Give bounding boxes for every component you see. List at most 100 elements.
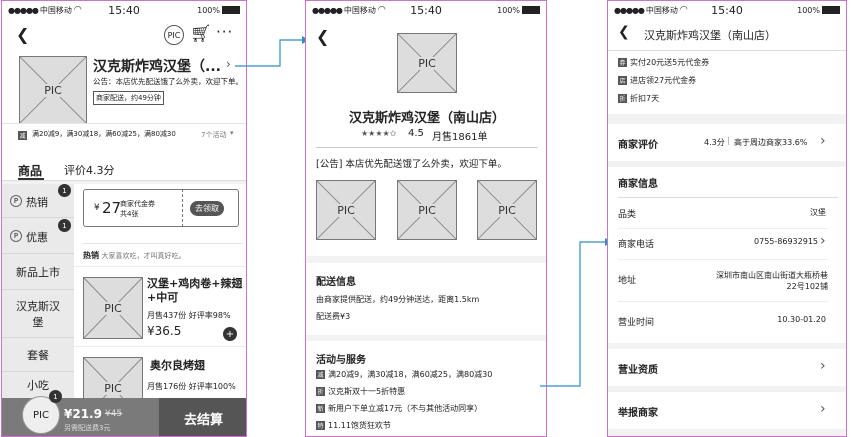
carrier-label: 中国移动	[645, 5, 678, 15]
store-detail-header: ❮ PIC 汉克斯炸鸡汉堡（南山店） ★★★★✩ 4.5 月售1861单 [公告…	[306, 19, 546, 256]
tab-reviews[interactable]: 评价4.3分	[64, 162, 115, 178]
discount-icon: 减	[316, 370, 325, 379]
category-p-icon: P	[10, 195, 22, 207]
category-label: 热销	[26, 196, 48, 209]
hours-value: 10.30-01.20	[777, 315, 826, 324]
signal-icon: ●●●●●	[8, 5, 39, 15]
promo-row[interactable]: 减 满20减9，满30减18，满60减25，满80减30 7个活动 ▾	[2, 123, 246, 153]
review-compare: 高于周边商家33.6%	[734, 138, 808, 147]
delivery-tag: 商家配送，约49分钟	[93, 91, 164, 105]
battery-icon	[522, 6, 540, 14]
coupon-icon: 券	[618, 58, 627, 67]
delivery-title: 配送信息	[316, 277, 356, 288]
screen-store-info: ●●●●● 中国移动 ◠ 15:40 100% ❮ 汉克斯炸鸡汉堡（南山店） 券…	[607, 0, 847, 437]
rating-score: 4.5	[408, 128, 424, 139]
coupon-text: 折扣7天	[630, 94, 660, 103]
store-photo[interactable]: PIC	[316, 180, 376, 240]
category-snack[interactable]: 小吃	[2, 372, 74, 398]
divider	[618, 228, 828, 229]
status-bar: ●●●●● 中国移动 ◠ 15:40 100%	[608, 1, 846, 19]
phone-value[interactable]: 0755-86932915	[754, 237, 818, 246]
back-arrow-icon[interactable]: ❮	[618, 24, 630, 40]
coupon-symbol: ¥	[94, 203, 100, 213]
chevron-right-icon: ›	[820, 358, 826, 374]
cart-original-price: ¥45	[105, 409, 123, 419]
new-user-icon: 新	[316, 404, 325, 413]
category-burger[interactable]: 汉克斯汉堡	[2, 290, 74, 338]
clock: 15:40	[711, 3, 743, 17]
activities-title: 活动与服务	[316, 355, 366, 366]
activity-text: 汉克斯双十一5折特惠	[328, 387, 406, 396]
coupon-card[interactable]: ¥ 27 商家代金券 共4张 去领取	[83, 189, 239, 227]
store-logo: PIC	[19, 56, 87, 124]
cart-badge: 1	[49, 390, 62, 403]
flow-arrow	[235, 36, 309, 67]
tab-bar: 商品 评价4.3分	[2, 153, 246, 181]
page-title: 汉克斯炸鸡汉堡（南山店）	[644, 29, 776, 42]
coupon-list: 券 实付20元送5元代金券 店 进店领27元代金券 折 折扣7天	[608, 51, 846, 114]
product-name: 汉堡+鸡肉卷+辣翅+中可	[147, 277, 243, 304]
clock: 15:40	[410, 3, 442, 17]
coupon-claim-button[interactable]: 去领取	[190, 201, 224, 216]
add-to-cart-button[interactable]: +	[223, 327, 237, 341]
review-separator: |	[727, 136, 730, 145]
wifi-icon: ◠	[377, 5, 386, 15]
status-bar: ●●●●● 中国移动 ◠ 15:40 100%	[2, 1, 246, 19]
store-photo[interactable]: PIC	[477, 180, 537, 240]
product-item[interactable]: PIC 汉堡+鸡肉卷+辣翅+中可 月售437份 好评率98% ¥36.5 +	[74, 266, 246, 346]
screen-store-detail: ●●●●● 中国移动 ◠ 15:40 100% ❮ PIC 汉克斯炸鸡汉堡（南山…	[305, 0, 547, 437]
store-photo[interactable]: PIC	[397, 180, 457, 240]
activity-item: 特 11.11饱货狂欢节	[316, 420, 391, 431]
store-coupon-icon: 店	[618, 76, 627, 85]
divider	[618, 301, 828, 302]
wifi-icon: ◠	[73, 5, 82, 15]
category-badge: 1	[58, 184, 71, 197]
category-hot[interactable]: P 热销 1	[2, 184, 74, 218]
store-notice: 公告：本店优先配送饿了么外卖，欢迎下单。	[93, 77, 243, 86]
flow-arrow	[540, 238, 612, 387]
battery-icon	[822, 6, 840, 14]
back-arrow-icon[interactable]: ❮	[316, 27, 329, 46]
coupon-subtitle: 共4张	[120, 210, 139, 218]
discount-icon: 减	[18, 131, 27, 140]
address-value: 深圳市南山区南山街道大瓶桥巷22号102铺	[716, 271, 828, 291]
category-combo[interactable]: 套餐	[2, 338, 74, 372]
coupon-amount: 27	[102, 199, 122, 217]
coupon-title: 商家代金券	[120, 200, 155, 208]
divider	[316, 147, 538, 148]
sale-icon: 折	[316, 387, 325, 396]
chevron-right-icon: ›	[820, 133, 826, 149]
category-discount[interactable]: P 优惠 1	[2, 218, 74, 254]
battery-percent: 100%	[497, 5, 520, 15]
delivery-info-card: 配送信息 由商家提供配送，约49分钟送达，距离1.5km 配送费¥3	[306, 263, 546, 335]
promo-more[interactable]: 7个活动	[201, 130, 226, 140]
license-row[interactable]: 营业资质 ›	[608, 349, 846, 386]
monthly-sales: 月售1861单	[432, 132, 488, 143]
report-row[interactable]: 举报商家 ›	[608, 392, 846, 429]
battery-percent: 100%	[797, 5, 820, 15]
chevron-right-icon: ›	[820, 401, 826, 417]
pic-circle-badge[interactable]: PIC	[164, 25, 184, 45]
category-label: 优惠	[26, 231, 48, 244]
delivery-line: 由商家提供配送，约49分钟送达，距离1.5km	[316, 295, 480, 304]
divider	[618, 197, 838, 198]
back-arrow-icon[interactable]: ❮	[16, 25, 29, 44]
store-header: ❮ PIC 🛒︎ ··· PIC 汉克斯炸鸡汉堡（... › 公告：本店优先配送…	[2, 19, 246, 124]
product-image: PIC	[83, 277, 143, 339]
info-label: 商家电话	[618, 240, 655, 250]
nav-bar: ❮ 汉克斯炸鸡汉堡（南山店）	[608, 19, 846, 51]
tab-goods[interactable]: 商品	[18, 162, 42, 179]
coupon-divider	[182, 189, 183, 227]
store-name: 汉克斯炸鸡汉堡（南山店）	[348, 111, 505, 126]
category-new[interactable]: 新品上市	[2, 254, 74, 290]
checkout-button[interactable]: 去结算	[159, 398, 246, 436]
activity-text: 新用户下单立减17元（不与其他活动同享）	[328, 404, 483, 413]
store-title[interactable]: 汉克斯炸鸡汉堡（...	[93, 56, 221, 76]
delivery-fee: 配送费¥3	[316, 312, 351, 321]
cart-bar: PIC 1 ¥21.9 ¥45 另需配送费3元 去结算	[2, 390, 246, 436]
info-label: 品类	[618, 210, 637, 220]
cart-icon[interactable]: 🛒︎	[190, 24, 212, 44]
rating-stars: ★★★★✩	[361, 129, 397, 138]
review-row[interactable]: 商家评价 4.3分 | 高于周边商家33.6% ›	[608, 124, 846, 161]
signal-icon: ●●●●●	[312, 5, 343, 15]
